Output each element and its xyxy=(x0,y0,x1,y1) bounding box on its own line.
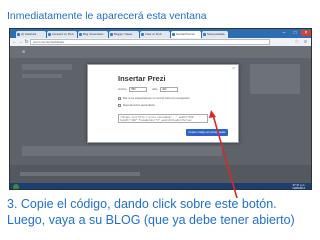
favicon-icon xyxy=(79,33,82,36)
browser-tab-bar: (1) Facebook Compartir en Prezi Blog Uni… xyxy=(10,29,311,38)
bottom-caption-line-1: 3. Copie el código, dando click sobre es… xyxy=(7,197,277,211)
minimize-icon[interactable]: – xyxy=(279,30,289,36)
size-row: Ancho Alto xyxy=(118,86,182,92)
top-caption: Inmediatamente le aparecerá esta ventana xyxy=(7,10,207,22)
page-block xyxy=(22,146,222,156)
page-footer xyxy=(10,165,311,183)
checkbox[interactable] xyxy=(118,103,121,107)
width-label: Ancho xyxy=(118,87,127,92)
browser-tab[interactable]: Nueva pestaña xyxy=(202,31,228,38)
favicon-icon xyxy=(48,33,51,36)
page-block xyxy=(22,64,72,70)
embedded-screenshot: (1) Facebook Compartir en Prezi Blog Uni… xyxy=(9,28,312,190)
width-input[interactable] xyxy=(129,86,148,92)
dimmed-page: ■ × Insertar Prezi Ancho Alto Dar a los … xyxy=(10,46,311,183)
browser-tab[interactable]: Blogger: Clases xyxy=(109,31,139,38)
favicon-icon xyxy=(110,33,113,36)
url-input[interactable]: prezi.com/embed/share xyxy=(30,39,270,45)
checkbox[interactable] xyxy=(118,96,121,100)
bottom-caption-line-2: Luego, vaya a su BLOG (que ya debe tener… xyxy=(7,213,295,227)
taskbar: 07:37 p.m. 11/05/2014 xyxy=(10,183,311,190)
forward-icon[interactable]: → xyxy=(18,39,23,45)
close-icon[interactable]: × xyxy=(232,67,235,72)
height-input[interactable] xyxy=(160,86,179,92)
copy-code-button[interactable]: Copiar código al portapapeles xyxy=(186,129,228,136)
option-label: Dar a los espectadores el control sobre … xyxy=(123,96,190,100)
back-icon[interactable]: ← xyxy=(12,39,17,45)
favicon-icon xyxy=(203,33,206,36)
reload-icon[interactable]: ↻ xyxy=(24,39,29,45)
tray-date: 11/05/2014 xyxy=(292,187,305,190)
page-block xyxy=(250,64,300,94)
menu-icon[interactable]: ≡ xyxy=(304,39,307,45)
favicon-icon xyxy=(141,33,144,36)
embed-code-textarea[interactable]: <iframe src="http://prezi.com/embed/..."… xyxy=(118,114,208,123)
browser-tab[interactable]: Blog Universitario xyxy=(78,31,108,38)
browser-tab[interactable]: Crear un Prezi xyxy=(140,31,170,38)
bookmark-star-icon[interactable]: ☆ xyxy=(295,39,299,45)
favicon-icon xyxy=(17,33,20,36)
start-button[interactable] xyxy=(13,184,19,189)
browser-tab[interactable]: Compartir en Prezi xyxy=(47,31,77,38)
prezi-logo: ■ xyxy=(22,49,26,55)
page-footer-bar xyxy=(20,172,140,176)
favicon-icon xyxy=(172,33,175,36)
bottom-caption: 3. Copie el código, dando click sobre es… xyxy=(7,196,295,228)
option-label: Reproducción automática xyxy=(123,103,155,107)
height-label: Alto xyxy=(152,87,158,92)
address-bar: ← → ↻ prezi.com/embed/share ☆ ≡ xyxy=(10,38,311,46)
browser-tab-active[interactable]: Insertar Prezi en xyxy=(171,31,201,38)
embed-modal: × Insertar Prezi Ancho Alto Dar a los es… xyxy=(87,64,239,143)
browser-tab[interactable]: (1) Facebook xyxy=(16,31,46,38)
page-nav: ■ xyxy=(10,46,311,58)
close-window-icon[interactable]: × xyxy=(301,30,311,36)
option-row[interactable]: Reproducción automática xyxy=(118,103,155,108)
modal-title: Insertar Prezi xyxy=(118,74,166,83)
page-block xyxy=(22,74,62,78)
tray-clock: 07:37 p.m. 11/05/2014 xyxy=(292,184,305,190)
maximize-icon[interactable]: □ xyxy=(290,30,300,36)
option-row[interactable]: Dar a los espectadores el control sobre … xyxy=(118,96,190,101)
